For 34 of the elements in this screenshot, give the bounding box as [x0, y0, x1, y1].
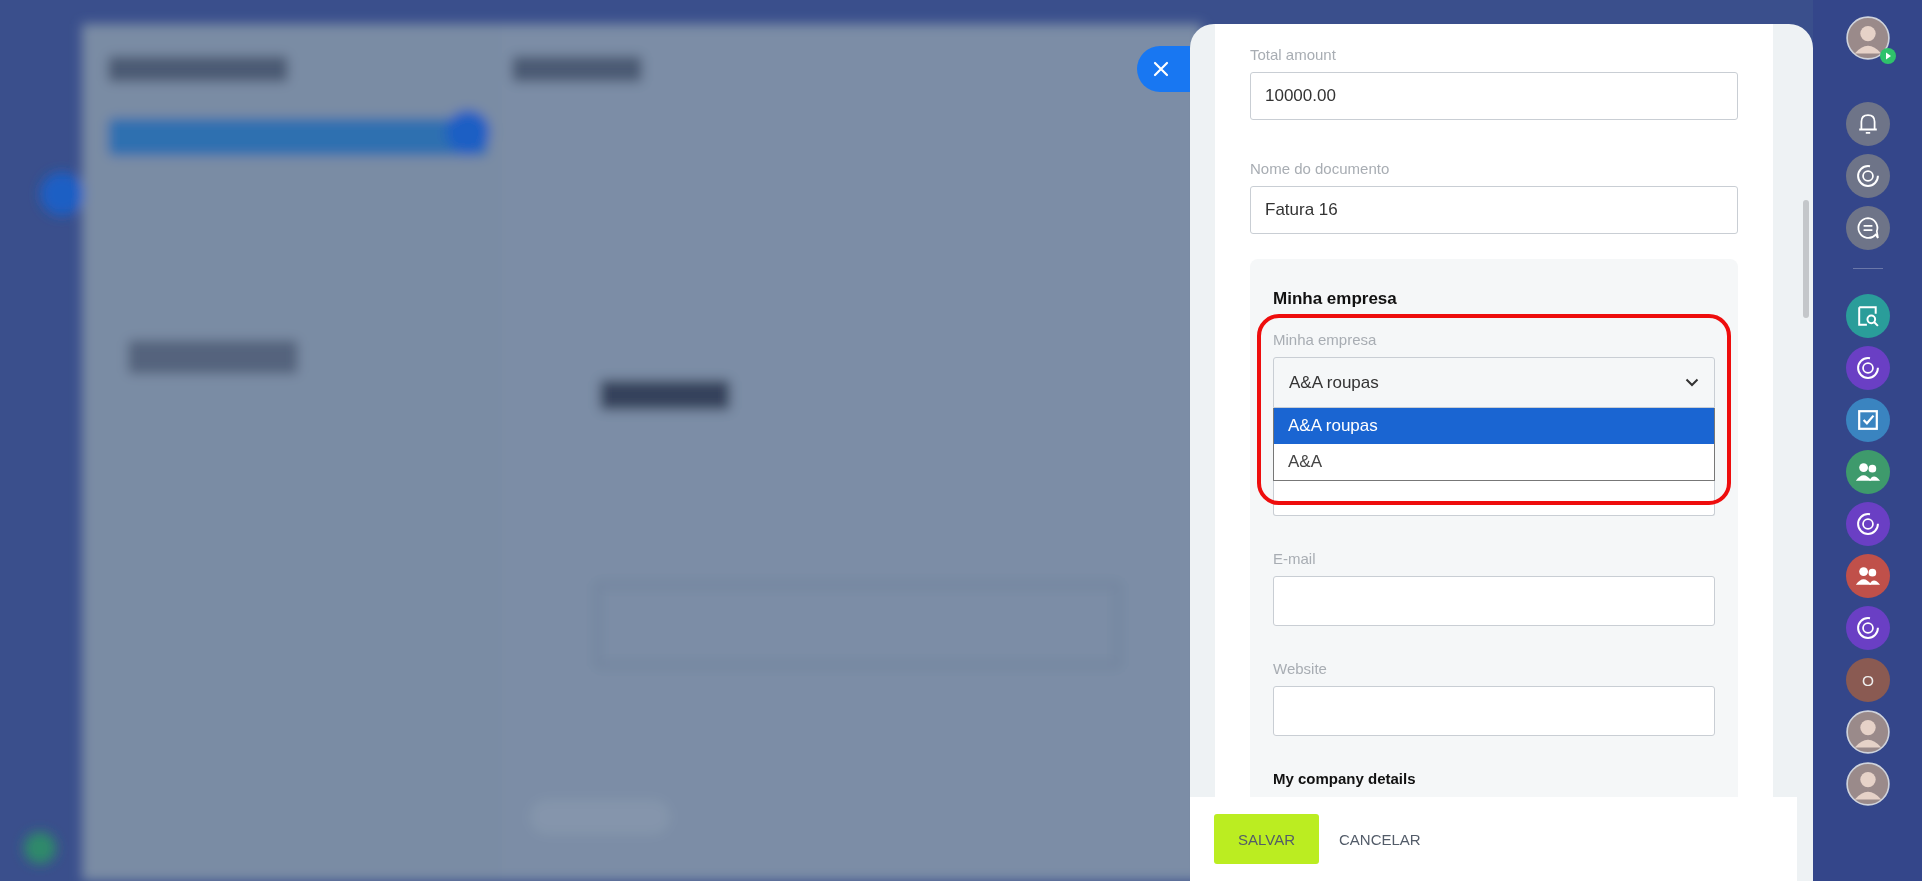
field-label: Minha empresa: [1273, 331, 1378, 348]
input-field[interactable]: [1273, 686, 1715, 736]
spiral-icon[interactable]: [1845, 606, 1890, 650]
field-label: E-mail: [1273, 550, 1317, 567]
field-label: Nome do documento: [1250, 160, 1391, 177]
save-button[interactable]: SALVAR: [1214, 814, 1319, 864]
avatar-icon[interactable]: [1845, 710, 1890, 754]
input-field[interactable]: 10000.00: [1250, 72, 1738, 120]
search-doc-icon[interactable]: [1845, 294, 1890, 338]
close-button[interactable]: [1137, 46, 1190, 92]
avatar-icon[interactable]: [1845, 16, 1890, 60]
avatar-icon[interactable]: [1845, 762, 1890, 806]
spiral-icon[interactable]: [1845, 502, 1890, 546]
task-icon[interactable]: [1845, 398, 1890, 442]
dropdown-option[interactable]: A&A roupas: [1274, 408, 1714, 444]
scrollbar[interactable]: [1803, 200, 1809, 318]
people-icon[interactable]: [1845, 554, 1890, 598]
spiral-icon[interactable]: [1845, 346, 1890, 390]
bell-icon[interactable]: [1845, 102, 1890, 146]
letter-icon[interactable]: O: [1845, 658, 1890, 702]
field-label: Total amount: [1250, 46, 1337, 63]
input-field[interactable]: [1273, 576, 1715, 626]
spiral-icon[interactable]: [1845, 154, 1890, 198]
section-title: Minha empresa: [1273, 289, 1398, 309]
chat-icon[interactable]: [1845, 206, 1890, 250]
select-field[interactable]: A&A roupas: [1273, 357, 1715, 408]
chevron-down-icon: [1685, 378, 1699, 387]
input-field[interactable]: Fatura 16: [1250, 186, 1738, 234]
close-icon: [1153, 61, 1169, 77]
cancel-button[interactable]: CANCELAR: [1338, 814, 1421, 864]
dropdown-option[interactable]: A&A: [1274, 444, 1714, 480]
section-subtitle: My company details: [1273, 770, 1417, 787]
people-icon[interactable]: [1845, 450, 1890, 494]
field-label: Website: [1273, 660, 1328, 677]
